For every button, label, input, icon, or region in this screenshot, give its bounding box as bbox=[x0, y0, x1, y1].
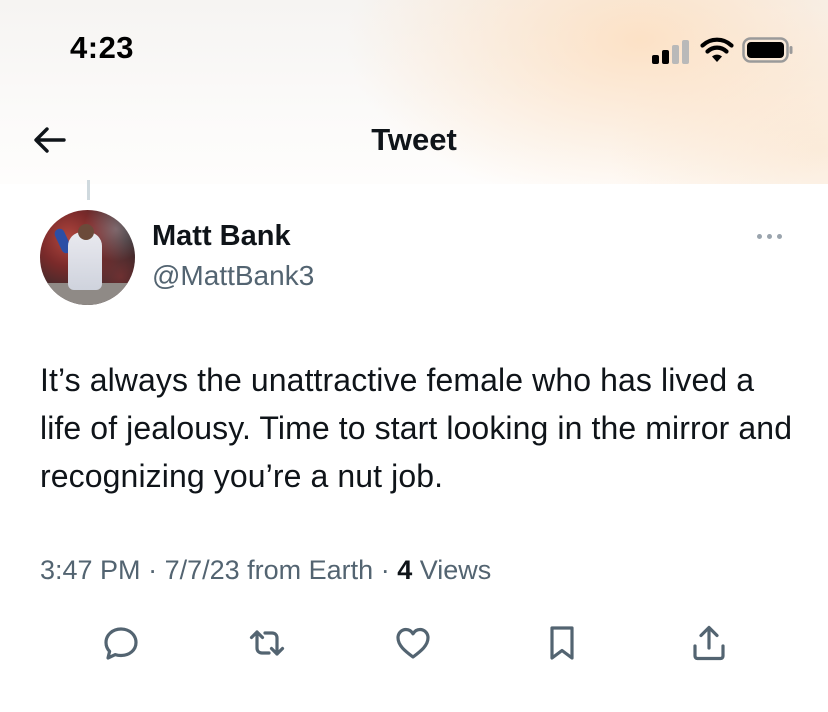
tweet-time[interactable]: 3:47 PM bbox=[40, 555, 141, 585]
meta-separator-2: · bbox=[373, 555, 398, 585]
retweet-button[interactable] bbox=[244, 620, 290, 666]
more-dots-icon bbox=[757, 234, 762, 239]
share-button[interactable] bbox=[686, 620, 732, 666]
tweet-action-bar bbox=[0, 620, 828, 670]
reply-icon bbox=[104, 627, 138, 660]
meta-separator: · bbox=[140, 555, 165, 585]
wifi-icon bbox=[700, 36, 734, 64]
views-count[interactable]: 4 bbox=[397, 555, 412, 585]
views-label[interactable]: Views bbox=[412, 555, 492, 585]
thread-connector-line bbox=[87, 180, 90, 200]
author-handle[interactable]: @MattBank3 bbox=[152, 260, 314, 292]
bookmark-button[interactable] bbox=[539, 620, 585, 666]
reply-button[interactable] bbox=[98, 620, 144, 666]
cellular-signal-icon bbox=[652, 40, 692, 64]
tweet-meta: 3:47 PM · 7/7/23 from Earth · 4 Views bbox=[40, 555, 491, 586]
tweet-source: from Earth bbox=[239, 555, 374, 585]
share-icon bbox=[693, 625, 725, 661]
tweet-date[interactable]: 7/7/23 bbox=[165, 555, 240, 585]
avatar[interactable] bbox=[40, 210, 135, 305]
like-button[interactable] bbox=[390, 620, 436, 666]
page-title: Tweet bbox=[371, 122, 457, 157]
retweet-icon bbox=[249, 630, 285, 656]
tweet-text: It’s always the unattractive female who … bbox=[40, 362, 793, 494]
author-display-name[interactable]: Matt Bank bbox=[152, 220, 291, 253]
like-heart-icon bbox=[396, 627, 430, 659]
battery-icon bbox=[742, 37, 794, 63]
more-options-button[interactable] bbox=[753, 222, 787, 250]
bookmark-icon bbox=[550, 626, 574, 660]
status-bar-time: 4:23 bbox=[70, 30, 135, 65]
